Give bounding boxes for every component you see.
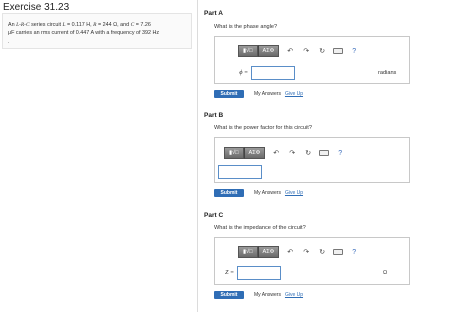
undo-icon[interactable]: ↶ <box>285 46 295 56</box>
capacitance-value: = 7.26 <box>134 22 151 28</box>
problem-statement: An L-R-C series circuit L = 0.117 H, R =… <box>8 22 160 45</box>
resistance-value: = 244 Ω <box>96 22 118 28</box>
part-b-give-up-link[interactable]: Give Up <box>285 190 303 196</box>
undo-icon[interactable]: ↶ <box>271 148 281 158</box>
keyboard-icon[interactable] <box>333 247 344 257</box>
part-c-give-up-link[interactable]: Give Up <box>285 292 303 298</box>
problem-text: An <box>8 22 17 28</box>
part-b-toolbar-group: ▮√□ ΑΣΦ <box>224 147 266 159</box>
part-a-give-up-link[interactable]: Give Up <box>285 91 303 97</box>
phase-angle-input[interactable] <box>251 66 295 80</box>
power-factor-input[interactable] <box>218 165 262 179</box>
problem-text: series circuit <box>29 22 63 28</box>
reset-icon[interactable]: ↻ <box>317 46 327 56</box>
keyboard-icon[interactable] <box>319 148 330 158</box>
inductance-value: = 0.117 H <box>65 22 91 28</box>
part-a-actions: Submit My Answers Give Up <box>214 90 303 98</box>
exercise-title: Exercise 31.23 <box>3 2 70 13</box>
part-c: Part C What is the impedance of the circ… <box>198 208 474 312</box>
templates-button[interactable]: ▮√□ <box>224 147 244 159</box>
part-a: Part A What is the phase angle? ▮√□ ΑΣΦ … <box>198 0 474 104</box>
part-c-unit: Ω <box>383 270 388 276</box>
part-b-my-answers-link[interactable]: My Answers <box>254 190 281 196</box>
part-a-submit-button[interactable]: Submit <box>214 90 244 98</box>
part-b-actions: Submit My Answers Give Up <box>214 189 303 197</box>
phase-angle-variable: ϕ = <box>239 70 248 76</box>
impedance-input[interactable] <box>237 266 281 280</box>
undo-icon[interactable]: ↶ <box>285 247 295 257</box>
redo-icon[interactable]: ↷ <box>301 46 311 56</box>
symbols-button[interactable]: ΑΣΦ <box>257 246 280 258</box>
part-a-unit: radians <box>378 70 397 76</box>
part-a-input-row: ϕ = <box>234 66 295 80</box>
part-c-label: Part C <box>204 212 224 219</box>
reset-icon[interactable]: ↻ <box>317 247 327 257</box>
problem-text-line3: . <box>8 38 10 45</box>
redo-icon[interactable]: ↷ <box>287 148 297 158</box>
templates-button[interactable]: ▮√□ <box>238 45 258 57</box>
part-c-toolbar: ▮√□ ΑΣΦ ↶ ↷ ↻ ? <box>238 246 359 258</box>
part-c-input-row: Z = <box>220 266 281 280</box>
part-c-submit-button[interactable]: Submit <box>214 291 244 299</box>
part-c-toolbar-group: ▮√□ ΑΣΦ <box>238 246 280 258</box>
circuit-type: L-R-C <box>16 22 30 28</box>
part-a-question: What is the phase angle? <box>214 24 278 30</box>
part-a-toolbar: ▮√□ ΑΣΦ ↶ ↷ ↻ ? <box>238 45 359 57</box>
impedance-variable: Z = <box>225 270 234 276</box>
keyboard-icon[interactable] <box>333 46 344 56</box>
redo-icon[interactable]: ↷ <box>301 247 311 257</box>
part-b-input-row <box>218 165 262 179</box>
problem-text-line2: μF carries an rms current of 0.447 A wit… <box>8 30 160 37</box>
part-b-question: What is the power factor for this circui… <box>214 125 312 131</box>
part-c-question: What is the impedance of the circuit? <box>214 225 306 231</box>
reset-icon[interactable]: ↻ <box>303 148 313 158</box>
part-b-toolbar: ▮√□ ΑΣΦ ↶ ↷ ↻ ? <box>224 147 345 159</box>
part-a-my-answers-link[interactable]: My Answers <box>254 91 281 97</box>
part-a-toolbar-group: ▮√□ ΑΣΦ <box>238 45 280 57</box>
part-a-label: Part A <box>204 10 223 17</box>
help-icon[interactable]: ? <box>349 247 359 257</box>
symbols-button[interactable]: ΑΣΦ <box>243 147 266 159</box>
help-icon[interactable]: ? <box>335 148 345 158</box>
part-c-actions: Submit My Answers Give Up <box>214 291 303 299</box>
part-b-label: Part B <box>204 112 224 119</box>
symbols-button[interactable]: ΑΣΦ <box>257 45 280 57</box>
help-icon[interactable]: ? <box>349 46 359 56</box>
part-b-submit-button[interactable]: Submit <box>214 189 244 197</box>
part-b: Part B What is the power factor for this… <box>198 104 474 208</box>
part-c-my-answers-link[interactable]: My Answers <box>254 292 281 298</box>
templates-button[interactable]: ▮√□ <box>238 246 258 258</box>
